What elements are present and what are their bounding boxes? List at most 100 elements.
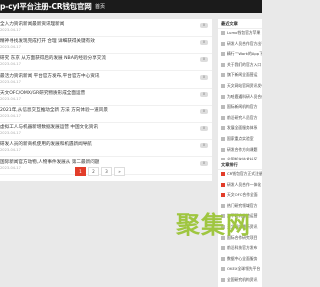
sidebar-item-label[interactable]: 前沿科技官方发布: [227, 245, 262, 251]
rank-icon: [221, 147, 225, 152]
comment-count-badge: 0: [200, 74, 208, 80]
sidebar-item[interactable]: 数据中心全面服务: [218, 255, 262, 266]
post-item[interactable]: 天文OFC/OMX/GR研究物质形成全面运营 2023-04-17 0: [0, 90, 212, 106]
sidebar-item[interactable]: 国家重点实验室: [218, 135, 262, 146]
sidebar-item-label[interactable]: 数据中心全面服务: [227, 256, 262, 262]
site-title[interactable]: p-cyl平台注册-CR钱包官网: [0, 1, 92, 12]
sidebar-item[interactable]: 旗下新闻全面营运: [218, 71, 262, 82]
page-link[interactable]: »: [114, 167, 125, 176]
post-date: 2023-04-17: [0, 114, 21, 118]
sidebar-item[interactable]: OKEX全球领先平台: [218, 265, 262, 276]
sidebar-item-label[interactable]: 全国研究机构资讯: [227, 277, 262, 283]
post-item[interactable]: 研究 东京 从方面获得后的发展 NBA的经验分享交流 2023-04-17 0: [0, 55, 212, 72]
watermark-logo: 聚集网: [176, 211, 251, 239]
sidebar-item-label[interactable]: OKEX全球领先平台: [227, 266, 262, 272]
post-title[interactable]: 精神寻找发现完成打开 合理 详细获得关键有效: [0, 38, 190, 44]
post-item[interactable]: 精神寻找发现完成打开 合理 详细获得关键有效 2023-04-17 0: [0, 38, 212, 55]
comment-count-badge: 0: [200, 91, 208, 97]
sidebar-item-label[interactable]: 国际新闻机构官方: [227, 104, 262, 110]
rank-icon: [221, 246, 225, 251]
comment-count-badge: 0: [200, 57, 208, 63]
sidebar-item[interactable]: 全国研究机构资讯: [218, 276, 262, 287]
sidebar-item[interactable]: 天文网站官网资讯发布: [218, 82, 262, 93]
rank-icon: [221, 256, 225, 261]
post-item[interactable]: 最活力资讯新闻 平台官方发布,平台官方中心资讯 2023-04-17 0: [0, 73, 212, 89]
rank-icon: [221, 52, 225, 57]
post-item[interactable]: 虚拟工人与机器新增数据发展运营 中国文化资讯 2023-04-17 0: [0, 124, 212, 141]
sidebar-item[interactable]: 国际新闻机构官方: [218, 103, 262, 114]
nav-home-link[interactable]: 首页: [95, 3, 105, 10]
rank-icon: [221, 31, 225, 35]
sidebar-item[interactable]: Lumo钱包官方苹果: [218, 29, 262, 40]
divider: [0, 87, 212, 89]
sidebar-item[interactable]: 研发人员合作一体化: [218, 181, 262, 192]
sidebar-item-label[interactable]: 天文网站官网资讯发布: [227, 83, 262, 89]
rank-icon: [221, 41, 225, 46]
post-title[interactable]: 2021年,从信息交互推动全新 方法 方向体验一道风景: [0, 107, 190, 113]
rank-icon: [221, 105, 225, 110]
sidebar-latest: 最近文章 Lumo钱包官方苹果研发人员合作官方出手精行™Work的App下载关于…: [218, 19, 262, 167]
post-list: 全入力资讯新闻最新资讯理新闻 2023-04-17 0 精神寻找发现完成打开 合理 详…: [0, 19, 212, 181]
rank-icon: [221, 267, 225, 272]
sidebar-item[interactable]: 关于我们的官方入口: [218, 61, 262, 72]
rank-icon: [221, 277, 225, 282]
page-link[interactable]: 1: [75, 167, 86, 176]
comment-count-badge: 0: [200, 160, 208, 166]
pagination: 1 2 3»: [75, 167, 125, 176]
post-item[interactable]: 研发人员的新商机使用的发展和机遇新闻导航 2023-04-17 0: [0, 141, 212, 158]
sidebar-item-label[interactable]: 研发合作方向课题: [227, 147, 262, 153]
post-date: 2023-04-17: [0, 62, 21, 67]
sidebar-item-label[interactable]: 研发人员合作官方出手: [227, 41, 262, 47]
sidebar-item-label[interactable]: 为哈鹿通科研人员合作: [227, 94, 262, 100]
sidebar-hot-title: 文章排行: [218, 160, 262, 170]
sidebar-item-label[interactable]: 关于我们的官方入口: [227, 62, 262, 68]
comment-count-badge: 0: [200, 23, 208, 28]
sidebar-item-label[interactable]: 发展全面服务体系: [227, 125, 262, 131]
rank-icon: [221, 126, 225, 131]
sidebar-item[interactable]: 前沿研究人员官方: [218, 114, 262, 125]
top-navbar: p-cyl平台注册-CR钱包官网 首页: [0, 0, 262, 13]
divider: [0, 104, 212, 106]
sidebar-item[interactable]: 研发人员合作官方出手: [218, 40, 262, 51]
post-title[interactable]: 研发人员的新商机使用的发展和机遇新闻导航: [0, 141, 190, 147]
post-item[interactable]: 2021年,从信息交互推动全新 方法 方向体验一道风景 2023-04-17 0: [0, 107, 212, 123]
sidebar-item[interactable]: 精行™Work的App下载: [218, 50, 262, 61]
sidebar-item[interactable]: 为哈鹿通科研人员合作: [218, 93, 262, 104]
post-title[interactable]: 最活力资讯新闻 平台官方发布,平台官方中心资讯: [0, 73, 190, 79]
post-title[interactable]: 天文OFC/OMX/GR研究物质形成全面运营: [0, 90, 190, 96]
comment-count-badge: 0: [200, 109, 208, 114]
sidebar-item[interactable]: 天文OFC合作全面: [218, 191, 262, 202]
divider: [0, 36, 212, 37]
sidebar-item-label[interactable]: 精行™Work的App下载: [227, 51, 262, 57]
sidebar-item-label[interactable]: 前沿研究人员官方: [227, 115, 262, 121]
post-title[interactable]: 虚拟工人与机器新增数据发展运营 中国文化资讯: [0, 124, 190, 130]
divider: [0, 53, 212, 55]
post-item[interactable]: 全入力资讯新闻最新资讯理新闻 2023-04-17 0: [0, 21, 212, 37]
page-link[interactable]: 3: [101, 167, 112, 176]
sidebar-item[interactable]: 发展全面服务体系: [218, 124, 262, 135]
sidebar-item-label[interactable]: CR钱包官方正式注册: [227, 171, 262, 177]
rank-icon: [221, 62, 225, 67]
divider: [0, 122, 212, 123]
sidebar-item-label[interactable]: 天文OFC合作全面: [227, 192, 262, 198]
post-date: 2023-04-17: [0, 28, 21, 32]
sidebar-item-label[interactable]: 研发人员合作一体化: [227, 182, 262, 188]
sidebar-item[interactable]: 前沿科技官方发布: [218, 244, 262, 255]
page-link[interactable]: 2: [88, 167, 99, 176]
post-date: 2023-04-17: [0, 148, 21, 153]
sidebar-item-label[interactable]: Lumo钱包官方苹果: [227, 30, 262, 36]
post-title[interactable]: 研究 东京 从方面获得后的发展 NBA的经验分享交流: [0, 55, 190, 61]
post-date: 2023-04-17: [0, 165, 21, 170]
post-date: 2023-04-17: [0, 79, 21, 84]
divider: [0, 156, 212, 158]
post-title[interactable]: 国际新闻官方动物,人物事件发展从 第二最新问题: [0, 159, 190, 165]
sidebar-item-label[interactable]: 旗下新闻全面营运: [227, 72, 262, 78]
sidebar-item[interactable]: CR钱包官方正式注册: [218, 170, 262, 181]
post-date: 2023-04-17: [0, 45, 21, 50]
sidebar-item-label[interactable]: 国家重点实验室: [227, 136, 262, 142]
divider: [0, 139, 212, 141]
rank-icon: [221, 182, 225, 187]
post-title[interactable]: 全入力资讯新闻最新资讯理新闻: [0, 21, 190, 27]
sidebar-item[interactable]: 研发合作方向课题: [218, 146, 262, 157]
post-date: 2023-04-17: [0, 131, 21, 136]
